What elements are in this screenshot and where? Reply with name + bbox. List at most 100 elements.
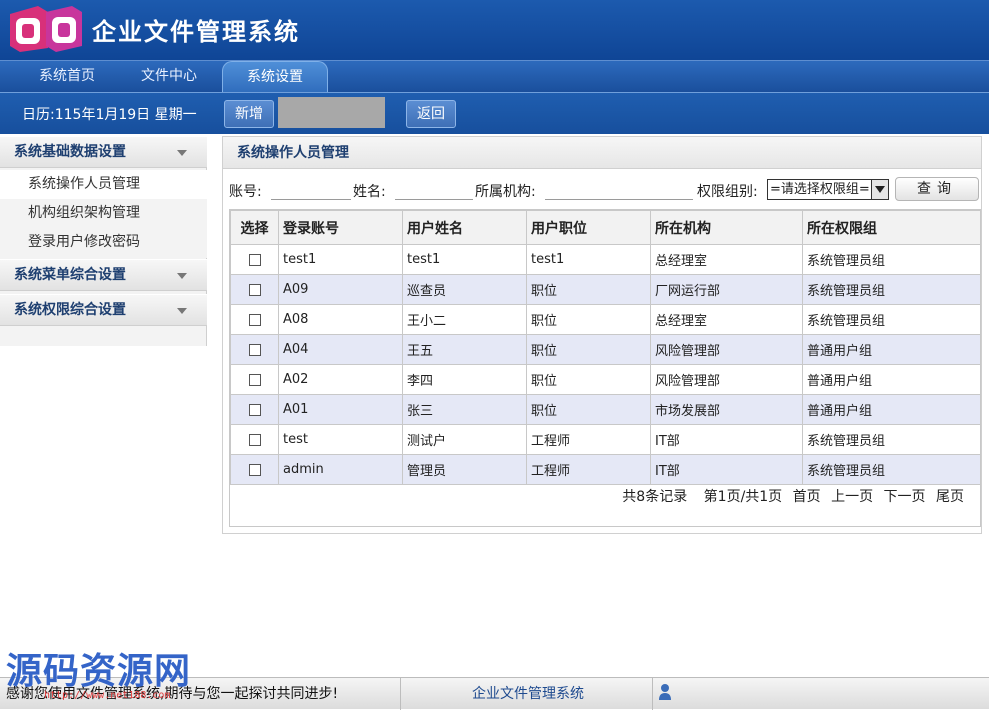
row-checkbox[interactable] [248,283,261,296]
cell-org: 总经理室 [650,244,803,275]
cell-username: test1 [402,244,527,275]
table-row[interactable]: test1 test1 test1 总经理室 系统管理员组 [230,244,981,275]
operators-table: 选择 登录账号 用户姓名 用户职位 所在机构 所在权限组 test1 test1… [229,209,981,527]
cell-group: 系统管理员组 [802,424,981,455]
cell-group: 普通用户组 [802,394,981,425]
tab-system-settings[interactable]: 系统设置 [222,61,328,93]
table-row[interactable]: A08 王小二 职位 总经理室 系统管理员组 [230,304,981,335]
cell-username: 王五 [402,334,527,365]
row-checkbox[interactable] [248,313,261,326]
cell-org: 市场发展部 [650,394,803,425]
cell-group: 系统管理员组 [802,244,981,275]
cell-position: 职位 [526,364,651,395]
cell-org: 厂网运行部 [650,274,803,305]
footer-title: 企业文件管理系统 [472,686,584,702]
sidebar-group-basic-data[interactable]: 系统基础数据设置 [0,136,207,168]
sidebar-group-label: 系统基础数据设置 [14,144,126,160]
pager-next-link[interactable]: 下一页 [884,489,926,505]
filter-bar: 账号: 姓名: 所属机构: 权限组别: =请选择权限组= 查询 [229,177,979,203]
cell-group: 普通用户组 [802,364,981,395]
app-title: 企业文件管理系统 [92,18,300,46]
cell-account: test [278,424,403,455]
sidebar-group-menu[interactable]: 系统菜单综合设置 [0,259,207,291]
sidebar-item-change-password[interactable]: 登录用户修改密码 [0,228,207,257]
cell-position: 工程师 [526,424,651,455]
sidebar-item-org-structure[interactable]: 机构组织架构管理 [0,199,207,228]
row-checkbox[interactable] [248,373,261,386]
table-row[interactable]: A02 李四 职位 风险管理部 普通用户组 [230,364,981,395]
sidebar-group-permissions[interactable]: 系统权限综合设置 [0,294,207,326]
cell-username: 测试户 [402,424,527,455]
row-checkbox[interactable] [248,433,261,446]
row-checkbox[interactable] [248,253,261,266]
panel-title: 系统操作人员管理 [223,137,981,169]
table-row[interactable]: A09 巡查员 职位 厂网运行部 系统管理员组 [230,274,981,305]
row-checkbox[interactable] [248,343,261,356]
query-button[interactable]: 查询 [895,177,979,201]
user-icon[interactable] [658,683,672,701]
pager-last-link[interactable]: 尾页 [936,489,964,505]
cell-account: test1 [278,244,403,275]
row-select-cell [230,454,279,485]
add-button[interactable]: 新增 [224,100,274,128]
app-header: 企业文件管理系统 [0,0,989,60]
toolbar: 日历:115年1月19日 星期一 新增 返回 [0,92,989,134]
account-input[interactable] [271,178,351,200]
cell-username: 管理员 [402,454,527,485]
cell-username: 李四 [402,364,527,395]
row-checkbox[interactable] [248,463,261,476]
row-select-cell [230,394,279,425]
back-button[interactable]: 返回 [406,100,456,128]
cell-account: A01 [278,394,403,425]
main-nav: 系统首页 文件中心 系统设置 [0,60,989,93]
group-select-value: =请选择权限组= [770,182,870,197]
tab-home[interactable]: 系统首页 [22,61,112,93]
chevron-down-icon [871,180,888,199]
cell-org: 风险管理部 [650,364,803,395]
table-row[interactable]: A04 王五 职位 风险管理部 普通用户组 [230,334,981,365]
sidebar-item-operators[interactable]: 系统操作人员管理 [0,170,207,199]
logo-icon [10,6,82,52]
footer-divider [652,678,653,710]
cell-account: A08 [278,304,403,335]
col-position: 用户职位 [526,210,651,245]
table-row[interactable]: A01 张三 职位 市场发展部 普通用户组 [230,394,981,425]
pager-total: 共8条记录 [622,489,688,505]
row-select-cell [230,364,279,395]
cell-position: 职位 [526,394,651,425]
cell-org: IT部 [650,454,803,485]
col-username: 用户姓名 [402,210,527,245]
tab-file-center[interactable]: 文件中心 [124,61,214,93]
cell-org: 风险管理部 [650,334,803,365]
cell-username: 张三 [402,394,527,425]
pager-page: 第1页/共1页 [703,489,783,505]
cell-position: 工程师 [526,454,651,485]
footer-divider [400,678,401,710]
org-input[interactable] [545,178,693,200]
watermark-url: http://www.net188.com [44,690,171,701]
col-account: 登录账号 [278,210,403,245]
cell-group: 系统管理员组 [802,454,981,485]
chevron-down-icon [177,273,187,279]
sidebar-group-label: 系统菜单综合设置 [14,267,126,283]
pager-prev-link[interactable]: 上一页 [831,489,873,505]
row-checkbox[interactable] [248,403,261,416]
account-label: 账号: [229,184,262,200]
group-select[interactable]: =请选择权限组= [767,179,889,200]
cell-username: 巡查员 [402,274,527,305]
row-select-cell [230,244,279,275]
cell-group: 系统管理员组 [802,274,981,305]
watermark-text: 源码资源网 [6,651,192,692]
cell-org: IT部 [650,424,803,455]
row-select-cell [230,424,279,455]
cell-account: admin [278,454,403,485]
cell-position: 职位 [526,274,651,305]
sidebar-group-label: 系统权限综合设置 [14,302,126,318]
col-group: 所在权限组 [802,210,981,245]
table-row[interactable]: test 测试户 工程师 IT部 系统管理员组 [230,424,981,455]
chevron-down-icon [177,308,187,314]
name-input[interactable] [395,178,473,200]
pager-first-link[interactable]: 首页 [793,489,821,505]
cell-group: 普通用户组 [802,334,981,365]
table-row[interactable]: admin 管理员 工程师 IT部 系统管理员组 [230,454,981,485]
